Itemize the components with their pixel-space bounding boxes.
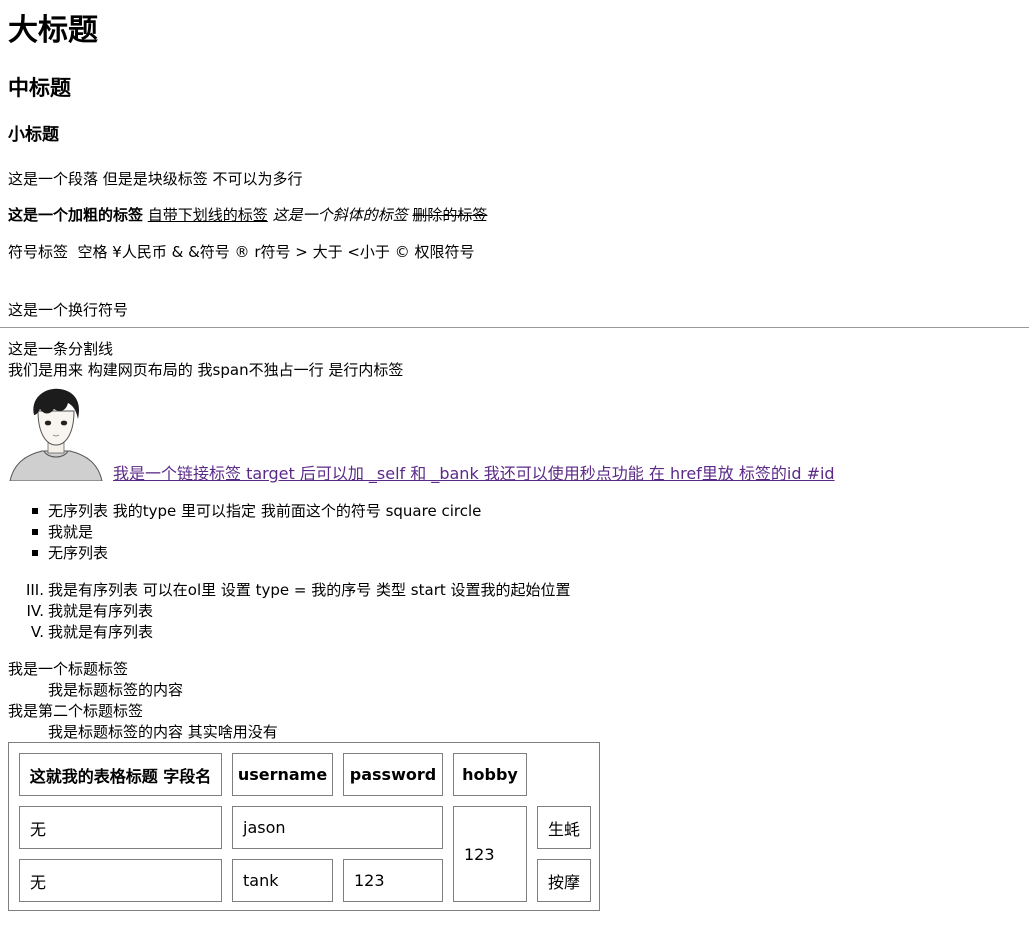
table-header-cell: username (232, 753, 333, 796)
definition-term: 我是一个标题标签 (8, 660, 129, 678)
table-cell: 无 (19, 859, 222, 902)
horizontal-rule (0, 327, 1029, 328)
list-item: 无序列表 (48, 544, 109, 562)
anchor-link[interactable]: 我是一个链接标签 target 后可以加 _self 和 _bank 我还可以使… (113, 464, 835, 484)
page-title: 大标题 (8, 13, 98, 48)
formatting-line: 这是一个加粗的标签 自带下划线的标签 这是一个斜体的标签 删除的标签 (8, 205, 487, 225)
ordered-marker: IV. (26, 602, 44, 620)
subtitle-medium: 中标题 (8, 76, 71, 100)
square-bullet-icon (32, 529, 38, 535)
list-item: 我是有序列表 可以在ol里 设置 type = 我的序号 类型 start 设置… (48, 581, 571, 599)
list-item: 无序列表 我的type 里可以指定 我前面这个的符号 square circle (48, 502, 482, 520)
paragraph: 这是一个段落 但是是块级标签 不可以为多行 (8, 170, 303, 188)
definition-desc: 我是标题标签的内容 (48, 681, 184, 699)
italic-text: 这是一个斜体的标签 (272, 206, 408, 224)
table-cell: 生蚝 (537, 806, 591, 849)
table-header-cell: password (343, 753, 443, 796)
table-cell: 按摩 (537, 859, 591, 902)
list-item: 我就是有序列表 (48, 623, 154, 641)
table-cell-rowspan: 123 (453, 806, 527, 902)
table-cell: 123 (343, 859, 443, 902)
table-cell: tank (232, 859, 333, 902)
span-text: 我们是用来 构建网页布局的 我span不独占一行 是行内标签 (8, 361, 404, 379)
square-bullet-icon (32, 550, 38, 556)
anime-boy-avatar-icon (8, 385, 104, 481)
subtitle-small: 小标题 (8, 125, 59, 145)
square-bullet-icon (32, 508, 38, 514)
line-break-text: 这是一个换行符号 (8, 301, 129, 319)
table-cell: 无 (19, 806, 222, 849)
bold-text: 这是一个加粗的标签 (8, 206, 144, 224)
ordered-marker: III. (25, 581, 44, 599)
definition-desc: 我是标题标签的内容 其实啥用没有 (48, 723, 278, 741)
underline-text: 自带下划线的标签 (147, 206, 268, 224)
table-cell: jason (232, 806, 443, 849)
ordered-marker: V. (30, 623, 44, 641)
strike-text: 删除的标签 (412, 206, 488, 224)
table-header-cell: hobby (453, 753, 527, 796)
list-item: 我就是有序列表 (48, 602, 154, 620)
entities-line: 符号标签 空格 ¥人民币 & &符号 ® r符号 > 大于 <小于 © 权限符号 (8, 243, 475, 261)
hr-caption: 这是一条分割线 (8, 340, 114, 358)
list-item: 我就是 (48, 523, 94, 541)
definition-term: 我是第二个标题标签 (8, 702, 144, 720)
table-header-cell: 这就我的表格标题 字段名 (19, 753, 222, 796)
